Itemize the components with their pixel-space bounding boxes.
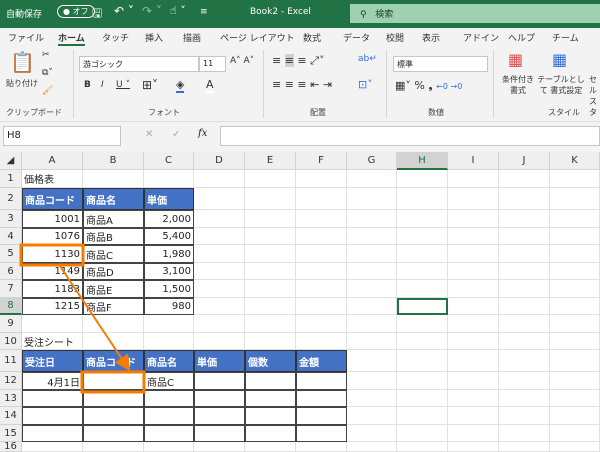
source-highlight	[19, 243, 85, 267]
annotation-overlay	[19, 243, 146, 394]
arrow-annotation	[59, 265, 131, 372]
target-highlight	[80, 370, 146, 394]
